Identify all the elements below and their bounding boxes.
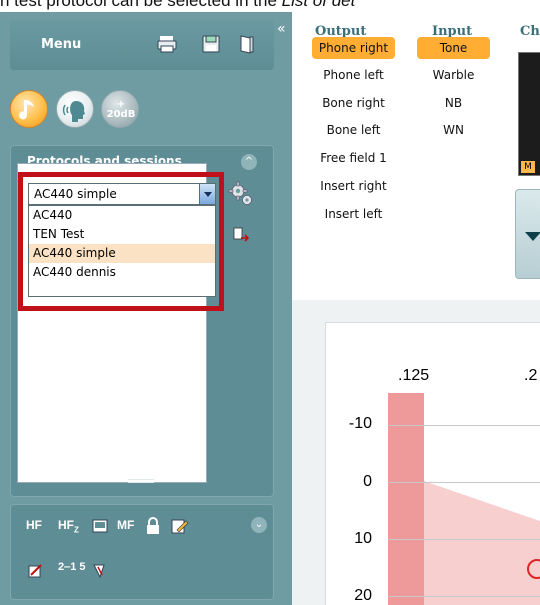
db-label-10: 10: [354, 530, 372, 547]
plus-20db-button[interactable]: +20dB: [101, 90, 139, 128]
bottom-toolbar: HF HFZ MF ⌄ 2‒1 5: [10, 504, 274, 600]
output-insert-left[interactable]: Insert left: [312, 203, 395, 225]
grid-line: [388, 596, 540, 597]
db-label-20: 20: [354, 587, 372, 604]
hfz-label: HF: [58, 518, 74, 532]
grid-line: [388, 482, 540, 483]
grid-line: [388, 539, 540, 540]
document-arrow-icon[interactable]: [232, 226, 250, 244]
save-icon[interactable]: [200, 33, 222, 55]
exit-door-icon[interactable]: [236, 33, 258, 55]
section-collapse-button[interactable]: ^: [241, 154, 257, 170]
menu-bar: Menu: [10, 20, 274, 70]
m-tag: M: [521, 161, 535, 173]
20db-label: 20dB: [106, 109, 136, 120]
swap-icon[interactable]: [26, 561, 46, 581]
plus-20db-icon: +20dB: [102, 91, 140, 129]
output-bone-left[interactable]: Bone left: [312, 119, 395, 141]
db-label-0: 0: [363, 473, 372, 490]
grid-line: [388, 425, 540, 426]
output-bone-right[interactable]: Bone right: [312, 92, 395, 114]
hfz-subscript: Z: [74, 525, 79, 535]
mf-button[interactable]: MF: [117, 518, 134, 532]
transducer-icon[interactable]: [90, 561, 110, 581]
collapse-panel-button[interactable]: «: [277, 22, 286, 36]
hf-button[interactable]: HF: [26, 518, 42, 532]
db-label-minus10: -10: [348, 415, 372, 432]
channel-header-partial: Ch: [520, 24, 540, 39]
input-tone[interactable]: Tone: [417, 37, 490, 59]
input-warble[interactable]: Warble: [417, 64, 490, 86]
hfz-button[interactable]: HFZ: [58, 518, 79, 534]
output-phone-left[interactable]: Phone left: [312, 64, 395, 86]
freq-label-2: .2: [524, 367, 538, 384]
lock-icon[interactable]: [143, 516, 163, 536]
caption-italic-text: List of det: [281, 0, 356, 10]
output-free-field-1[interactable]: Free field 1: [312, 147, 395, 169]
freq-label-125: .125: [398, 367, 430, 384]
channel-display-panel: M: [518, 52, 540, 176]
monitor-icon[interactable]: [90, 517, 110, 537]
music-note-icon: [19, 100, 34, 120]
toolbar-expand-icon[interactable]: ⌄: [251, 517, 267, 533]
expand-down-button[interactable]: [515, 189, 540, 279]
threshold-marker-icon[interactable]: [527, 559, 540, 579]
output-insert-right[interactable]: Insert right: [312, 175, 395, 197]
speech-audiometry-button[interactable]: [56, 90, 94, 128]
output-phone-right[interactable]: Phone right: [312, 37, 395, 59]
input-nb[interactable]: NB: [417, 92, 490, 114]
input-wn[interactable]: WN: [417, 119, 490, 141]
red-highlight-box: [18, 172, 224, 311]
menu-label[interactable]: Menu: [41, 37, 81, 52]
tone-audiometry-button[interactable]: [10, 90, 48, 128]
speech-head-icon: [62, 101, 85, 122]
resize-grip[interactable]: [128, 479, 154, 483]
edit-icon[interactable]: [169, 516, 189, 536]
gear-icon[interactable]: [228, 181, 254, 207]
print-icon[interactable]: [156, 33, 178, 55]
test-setup-area: Output Input Ch Phone right Phone left B…: [292, 12, 540, 312]
caption-text: n test protocol can be selected in the: [0, 0, 282, 10]
5-1-button[interactable]: 2‒1 5: [58, 561, 86, 573]
